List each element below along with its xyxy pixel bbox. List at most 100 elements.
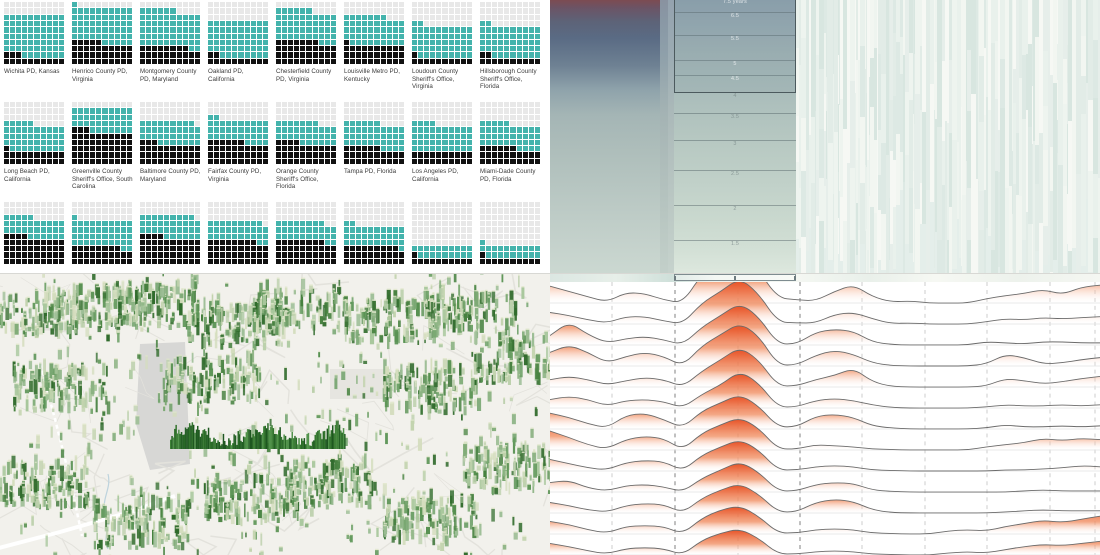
map-tree-top [25,326,28,328]
waffle-square [126,220,132,227]
heatmap-axis-band[interactable]: 5.5 [674,35,796,60]
waffle-square [188,20,194,27]
waffle-cell[interactable] [412,202,480,270]
waffle-square [276,114,282,120]
waffle-cell[interactable] [72,202,140,270]
map-tree [94,384,97,391]
heatmap-axis-band[interactable]: 4 [674,92,796,113]
heatmap-axis-band[interactable]: 1.5 [674,240,796,273]
waffle-square [146,58,152,64]
waffle-square [424,120,430,127]
waffle-cell[interactable] [276,202,344,270]
waffle-label: Wichita PD, Kansas [4,68,60,75]
map-tree [140,327,144,332]
waffle-square [108,127,114,133]
waffle-square [170,246,176,252]
map-tree-top [143,315,147,317]
waffle-cell[interactable] [4,202,72,270]
waffle-cell[interactable]: Miami-Dade County PD, Florida [480,102,548,202]
map-tree-top [316,305,319,307]
waffle-cell[interactable]: Fairfax County PD, Virginia [208,102,276,202]
waffle-square [34,146,40,152]
waffle-square [96,146,102,152]
waffle-cell[interactable]: Oakland PD, California [208,2,276,102]
waffle-cell[interactable]: Long Beach PD, California [4,102,72,202]
waffle-cell[interactable]: Loudoun County Sheriff's Office, Virgini… [412,2,480,102]
map-tree-top [77,370,80,372]
map-canvas[interactable] [0,274,550,555]
waffle-square [294,146,300,152]
waffle-square [72,252,78,258]
map-panel[interactable] [0,273,550,555]
waffle-square [40,102,46,108]
waffle-square [238,14,244,20]
waffle-square [78,252,84,258]
waffle-square [262,152,268,158]
waffle-square [276,33,282,39]
waffle-cell[interactable]: Baltimore County PD, Maryland [140,102,208,202]
heatmap-axis-band[interactable]: 6.5 [674,12,796,35]
waffle-cell[interactable]: Greenville County Sheriff's Office, Sout… [72,102,140,202]
waffle-square [392,208,398,214]
waffle-cell[interactable]: Tampa PD, Florida [344,102,412,202]
heatmap-axis-band[interactable]: 3 [674,140,796,170]
waffle-cell[interactable] [208,202,276,270]
waffle-square [300,258,306,264]
waffle-cell[interactable] [140,202,208,270]
heatmap-panel[interactable]: 7.5 years6.55.554.543.532.521.5 466.3 mi… [550,0,1100,273]
waffle-square [10,146,16,152]
heatmap-axis-band[interactable]: 4.5 [674,75,796,92]
waffle-square [34,152,40,158]
heatmap-axis-band[interactable]: 5 [674,60,796,75]
waffle-square [176,27,182,33]
map-tree [70,460,73,471]
waffle-square [356,14,362,20]
waffle-square [466,20,472,27]
heatmap-axis-band[interactable]: 7.5 years [674,0,796,12]
waffle-squares [276,102,336,164]
map-tree-top [372,326,376,328]
waffle-square [250,202,256,208]
waffle-square [362,52,368,58]
waffle-square [442,152,448,158]
waffle-cell[interactable]: Wichita PD, Kansas [4,2,72,102]
map-tree-top [274,312,277,314]
waffle-square [126,120,132,127]
heatmap-right-field[interactable] [796,0,1100,273]
waffle-cell[interactable]: Chesterfield County PD, Virginia [276,2,344,102]
waffle-cell[interactable]: Henrico County PD, Virginia [72,2,140,102]
map-tree-top [0,307,1,309]
waffle-square [466,27,472,33]
waffle-cell[interactable]: Louisville Metro PD, Kentucky [344,2,412,102]
waffle-square [152,2,158,8]
heatmap-selected-column[interactable]: 7.5 years 6.5 5.5 5 4.5 4 3.5 3 2.5 2 1.5 [674,0,796,273]
waffle-square [114,133,120,139]
waffle-square [58,8,64,14]
waffle-square [528,133,534,139]
waffle-square [146,120,152,127]
waffle-cell[interactable]: Hillsborough County Sheriff's Office, Fl… [480,2,548,102]
map-tree-top [255,334,258,337]
waffle-square [516,127,522,133]
waffle-square [436,27,442,33]
waffle-square [374,133,380,139]
map-tree-top [487,296,491,298]
waffle-cell[interactable] [480,202,548,270]
map-tree-top [51,379,54,381]
waffle-square [454,227,460,233]
waffle-cell[interactable] [344,202,412,270]
waffle-square [28,258,34,264]
waffle-square [398,14,404,20]
waffle-cell[interactable]: Montgomery County PD, Maryland [140,2,208,102]
map-tree [243,303,248,312]
waffle-square [114,58,120,64]
heatmap-axis-band[interactable]: 2 [674,205,796,240]
waffle-square [4,239,10,246]
waffle-cell[interactable]: Los Angeles PD, California [412,102,480,202]
heatmap-axis-band[interactable]: 2.5 [674,170,796,205]
map-tree-top [203,335,207,337]
map-tree-top [155,281,159,283]
waffle-square [40,220,46,227]
heatmap-axis-band[interactable]: 3.5 [674,113,796,140]
waffle-cell[interactable]: Orange County Sheriff's Office, Florida [276,102,344,202]
